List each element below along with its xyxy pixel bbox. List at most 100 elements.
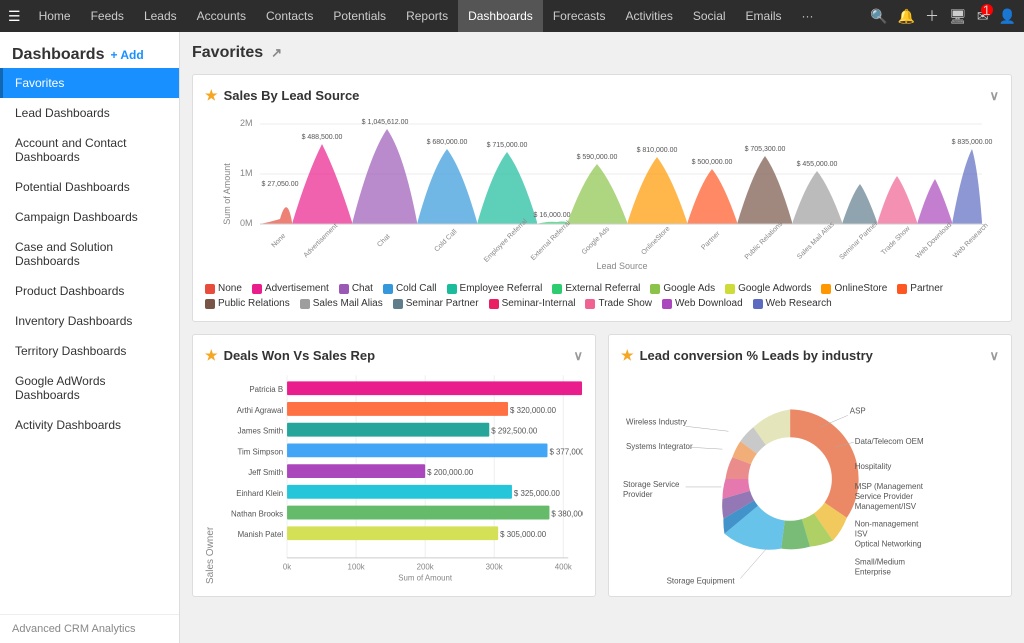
svg-text:$ 325,000.00: $ 325,000.00 — [514, 489, 561, 498]
svg-text:James Smith: James Smith — [238, 427, 284, 436]
svg-text:Arthi Agrawal: Arthi Agrawal — [237, 406, 284, 415]
svg-text:Tim Simpson: Tim Simpson — [237, 447, 283, 456]
main-layout: Dashboards + Add Favorites Lead Dashboar… — [0, 32, 1024, 643]
page-title: Favorites — [192, 44, 263, 62]
chart1-title: Sales By Lead Source — [224, 88, 360, 103]
sidebar-item-google-adwords[interactable]: Google AdWords Dashboards — [0, 366, 179, 410]
sidebar-item-potential[interactable]: Potential Dashboards — [0, 172, 179, 202]
sidebar-item-inventory[interactable]: Inventory Dashboards — [0, 306, 179, 336]
screen-icon[interactable]: 🖥 — [949, 8, 967, 25]
svg-text:0M: 0M — [240, 218, 253, 228]
svg-text:0k: 0k — [283, 563, 291, 572]
svg-text:Hospitality: Hospitality — [855, 462, 892, 471]
svg-text:$ 680,000.00: $ 680,000.00 — [427, 139, 468, 146]
svg-text:Non-management: Non-management — [855, 520, 919, 529]
page-header: Favorites ↗ — [192, 44, 1012, 62]
nav-contacts[interactable]: Contacts — [256, 0, 323, 32]
nav-emails[interactable]: Emails — [736, 0, 792, 32]
chart3-star: ★ — [621, 347, 634, 364]
add-dashboard-button[interactable]: + Add — [110, 48, 143, 62]
svg-text:$ 715,000.00: $ 715,000.00 — [487, 142, 528, 149]
svg-text:$ 200,000.00: $ 200,000.00 — [427, 468, 474, 477]
svg-text:400k: 400k — [555, 563, 572, 572]
mail-badge: 1 — [981, 4, 993, 16]
chart3-collapse[interactable]: ∨ — [989, 348, 999, 364]
nav-dashboards[interactable]: Dashboards — [458, 0, 543, 32]
deals-won-svg: Patricia B $ 426,500.00 Arthi Agrawal $ … — [218, 374, 583, 584]
menu-icon[interactable]: ☰ — [8, 8, 21, 25]
chart2-title-bar: ★ Deals Won Vs Sales Rep ∨ — [205, 347, 583, 364]
svg-text:200k: 200k — [417, 563, 434, 572]
sidebar-item-account-contact[interactable]: Account and Contact Dashboards — [0, 128, 179, 172]
legend-google-adwords: Google Adwords — [725, 283, 811, 294]
sidebar-item-case-solution[interactable]: Case and Solution Dashboards — [0, 232, 179, 276]
svg-text:$ 810,000.00: $ 810,000.00 — [637, 147, 678, 154]
svg-text:$ 455,000.00: $ 455,000.00 — [797, 161, 838, 168]
sidebar-item-lead-dashboards[interactable]: Lead Dashboards — [0, 98, 179, 128]
svg-text:Chat: Chat — [376, 233, 391, 248]
add-icon[interactable]: ＋ — [925, 6, 939, 26]
svg-text:Employee Referral: Employee Referral — [483, 218, 529, 264]
chart2-title: Deals Won Vs Sales Rep — [224, 348, 376, 363]
lead-conversion-card: ★ Lead conversion % Leads by industry ∨ — [608, 334, 1012, 597]
sidebar-item-activity[interactable]: Activity Dashboards — [0, 410, 179, 440]
svg-text:ISV: ISV — [855, 530, 868, 539]
svg-text:Public Relations: Public Relations — [744, 220, 785, 261]
legend-chat: Chat — [339, 283, 373, 294]
sales-by-lead-source-card: ★ Sales By Lead Source ∨ 2M 1M 0M Sum of… — [192, 74, 1012, 322]
nav-leads[interactable]: Leads — [134, 0, 187, 32]
nav-forecasts[interactable]: Forecasts — [543, 0, 616, 32]
svg-text:Enterprise: Enterprise — [855, 567, 892, 576]
svg-text:OnlineStore: OnlineStore — [640, 225, 671, 256]
nav-more[interactable]: ··· — [792, 0, 824, 32]
svg-text:MSP (Management: MSP (Management — [855, 482, 924, 491]
svg-text:Web Research: Web Research — [952, 222, 990, 260]
svg-text:300k: 300k — [486, 563, 503, 572]
svg-text:Advertisement: Advertisement — [303, 223, 340, 260]
nav-home[interactable]: Home — [29, 0, 81, 32]
nav-potentials[interactable]: Potentials — [323, 0, 396, 32]
chart2-star: ★ — [205, 347, 218, 364]
svg-text:Seminar Partner: Seminar Partner — [838, 220, 879, 261]
svg-text:Sales Mail Alias: Sales Mail Alias — [796, 221, 836, 261]
mail-icon[interactable]: ✉ 1 — [977, 8, 989, 25]
nav-reports[interactable]: Reports — [396, 0, 458, 32]
svg-text:Einhard Klein: Einhard Klein — [236, 489, 283, 498]
nav-feeds[interactable]: Feeds — [81, 0, 134, 32]
svg-text:$ 1,045,612.00: $ 1,045,612.00 — [362, 119, 409, 126]
nav-accounts[interactable]: Accounts — [187, 0, 256, 32]
svg-text:$ 377,000.00: $ 377,000.00 — [549, 447, 583, 456]
svg-text:$ 590,000.00: $ 590,000.00 — [577, 154, 618, 161]
nav-social[interactable]: Social — [683, 0, 736, 32]
sidebar-item-product[interactable]: Product Dashboards — [0, 276, 179, 306]
legend-onlinestore: OnlineStore — [821, 283, 887, 294]
svg-text:Storage Service: Storage Service — [623, 480, 680, 489]
share-icon[interactable]: ↗ — [271, 45, 282, 61]
svg-text:Storage Equipment: Storage Equipment — [667, 576, 736, 585]
svg-text:None: None — [271, 232, 288, 249]
sidebar-footer: Advanced CRM Analytics — [0, 614, 179, 643]
sidebar-item-campaign[interactable]: Campaign Dashboards — [0, 202, 179, 232]
nav-activities[interactable]: Activities — [616, 0, 683, 32]
legend-advertisement: Advertisement — [252, 283, 329, 294]
svg-text:$ 705,300.00: $ 705,300.00 — [745, 146, 786, 153]
user-icon[interactable]: 👤 — [999, 8, 1016, 25]
svg-text:Web Download: Web Download — [915, 222, 954, 261]
notifications-icon[interactable]: 🔔 — [898, 8, 915, 25]
svg-text:$ 27,050.00: $ 27,050.00 — [262, 181, 299, 188]
legend-none: None — [205, 283, 242, 294]
svg-text:Wireless Industry: Wireless Industry — [626, 417, 687, 426]
legend-public-relations: Public Relations — [205, 298, 290, 309]
chart1-collapse[interactable]: ∨ — [989, 88, 999, 104]
chart2-bars-area: Patricia B $ 426,500.00 Arthi Agrawal $ … — [218, 374, 583, 584]
main-content: Favorites ↗ ★ Sales By Lead Source ∨ 2M … — [180, 32, 1024, 643]
sales-lead-source-svg: 2M 1M 0M Sum of Amount $ 27,050.00 $ — [205, 114, 999, 274]
sidebar-item-favorites[interactable]: Favorites — [0, 68, 179, 98]
chart2-collapse[interactable]: ∨ — [573, 348, 583, 364]
sidebar-item-territory[interactable]: Territory Dashboards — [0, 336, 179, 366]
legend-coldcall: Cold Call — [383, 283, 437, 294]
search-icon[interactable]: 🔍 — [870, 8, 887, 25]
svg-text:100k: 100k — [348, 563, 365, 572]
svg-text:$ 320,000.00: $ 320,000.00 — [510, 406, 557, 415]
legend-sales-mail: Sales Mail Alias — [300, 298, 383, 309]
